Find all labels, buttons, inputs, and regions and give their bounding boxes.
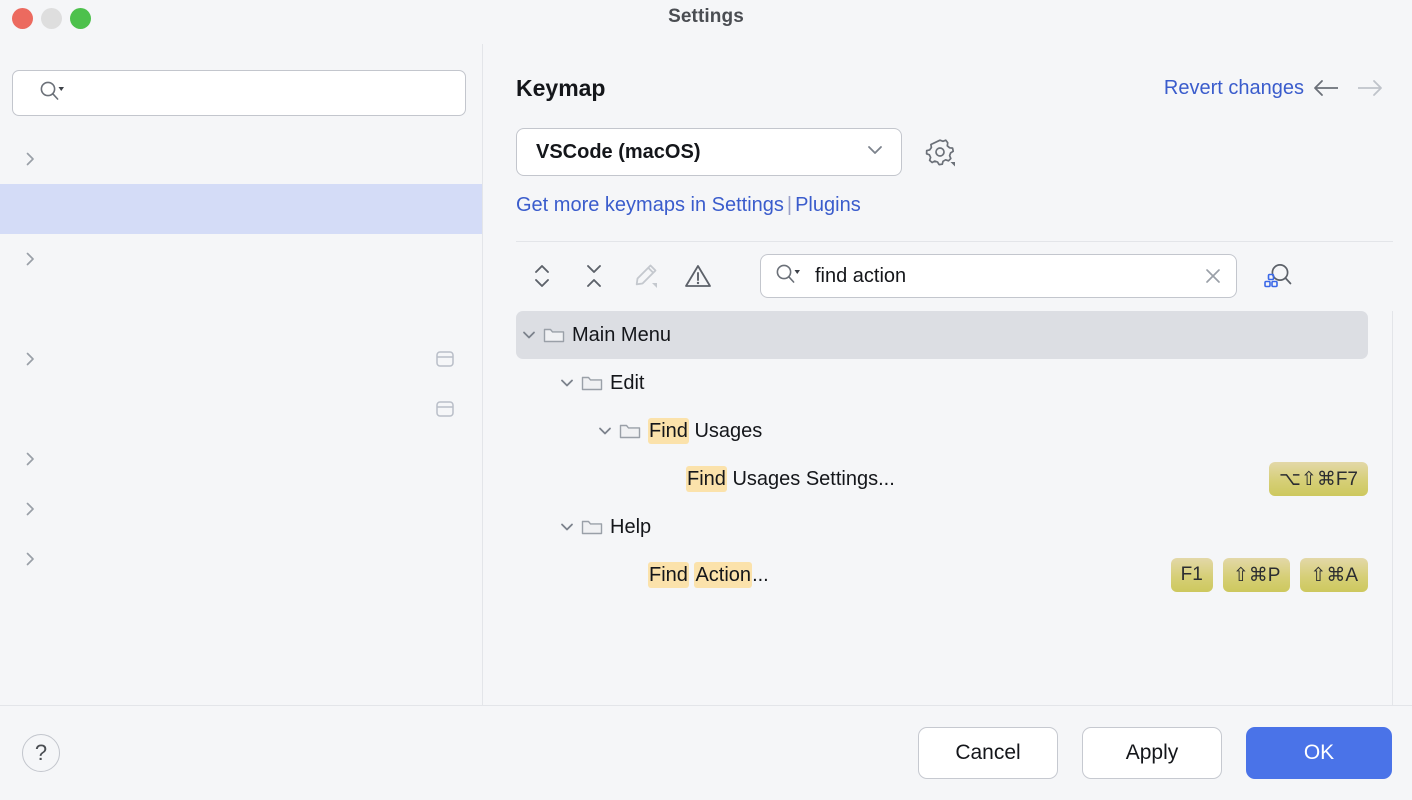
sidebar-search-container [0,44,482,130]
shortcut-badge[interactable]: ⇧⌘A [1300,558,1368,592]
get-more-keymaps-line: Get more keymaps in Settings|Plugins [483,176,1412,217]
shortcut-filter-input[interactable]: find action [760,254,1237,298]
chevron-down-icon [863,142,887,163]
folder-icon [542,325,572,345]
tree-row[interactable]: Main Menu [516,311,1392,359]
get-more-keymaps-link[interactable]: Get more keymaps in Settings [516,194,784,216]
gear-icon[interactable] [921,133,959,171]
folder-icon [580,517,610,537]
cancel-button[interactable]: Cancel [918,727,1058,779]
shortcut-list: ⌥⇧⌘F7 [1269,462,1368,496]
chevron-down-icon[interactable] [554,518,580,536]
chevron-down-icon[interactable] [554,374,580,392]
chevron-right-icon[interactable] [22,451,48,467]
keymap-select[interactable]: VSCode (macOS) [516,128,902,176]
title-bar: Settings [0,0,1412,44]
chevron-down-icon[interactable] [516,326,542,344]
sidebar-item-build-execution-deployment[interactable] [0,434,482,484]
plugins-link[interactable]: Plugins [795,194,861,216]
page-title: Keymap [516,75,1164,102]
search-icon [775,263,801,290]
tree-row-label: Main Menu [572,324,1368,347]
tree-row[interactable]: Edit [516,359,1392,407]
chevron-right-icon[interactable] [22,351,48,367]
settings-sidebar [0,44,483,705]
keymap-panel: Keymap Revert changes VSCo [483,44,1412,705]
keymap-selector-row: VSCode (macOS) [483,106,1412,176]
help-button[interactable]: ? [22,734,60,772]
sidebar-item-advanced-settings[interactable] [0,634,482,684]
search-match-highlight: Find [648,418,689,444]
tree-row[interactable]: Find Usages [516,407,1392,455]
expand-all-icon[interactable] [516,254,568,298]
sidebar-item-settings-sync[interactable] [0,584,482,634]
panel-header: Keymap Revert changes [483,44,1412,106]
sidebar-item-keymap[interactable] [0,184,482,234]
separator: | [784,194,795,216]
keymap-select-value: VSCode (macOS) [536,141,863,164]
sidebar-item-editor[interactable] [0,234,482,284]
settings-category-list [0,130,482,705]
chevron-right-icon[interactable] [22,501,48,517]
sidebar-item-tools[interactable] [0,534,482,584]
chevron-right-icon[interactable] [22,151,48,167]
sidebar-item-plugins[interactable] [0,284,482,334]
apply-button[interactable]: Apply [1082,727,1222,779]
shortcut-badge[interactable]: F1 [1171,558,1213,592]
ok-button[interactable]: OK [1246,727,1392,779]
tree-row[interactable]: Help [516,503,1392,551]
search-match-highlight: Find [686,466,727,492]
tree-row-label: Help [610,516,1368,539]
tree-row-label: Edit [610,372,1368,395]
shortcut-badge[interactable]: ⌥⇧⌘F7 [1269,462,1368,496]
collapse-all-icon[interactable] [568,254,620,298]
tree-row[interactable]: Find Action...F1 ⇧⌘P ⇧⌘A [516,551,1392,599]
settings-window: Settings Keymap [0,0,1412,800]
window-title: Settings [0,6,1412,28]
edit-pencil-icon [620,254,672,298]
keymap-toolbar: find action [483,242,1412,298]
sidebar-item-appearance-behavior[interactable] [0,134,482,184]
sidebar-item-directories[interactable] [0,384,482,434]
sidebar-item-version-control[interactable] [0,334,482,384]
shortcut-filter-value: find action [801,265,1200,288]
chevron-right-icon[interactable] [22,551,48,567]
search-match-highlight: Find [648,562,689,588]
keymap-tree: Main Menu Edit Find Usages Find Usages Sett… [516,311,1393,705]
close-icon[interactable] [1200,263,1226,289]
folder-icon [618,421,648,441]
search-icon [39,80,65,107]
revert-changes-link[interactable]: Revert changes [1164,77,1304,100]
arrow-left-icon[interactable] [1304,70,1348,106]
search-match-highlight: Action [694,562,752,588]
chevron-right-icon[interactable] [22,251,48,267]
tree-row-label: Find Action... [648,564,1171,587]
arrow-right-icon[interactable] [1348,70,1392,106]
project-scope-icon [434,349,456,369]
tree-row-label: Find Usages Settings... [686,468,1269,491]
folder-icon [580,373,610,393]
shortcut-list: F1 ⇧⌘P ⇧⌘A [1171,558,1368,592]
find-by-shortcut-icon[interactable] [1254,254,1302,298]
chevron-down-icon[interactable] [592,422,618,440]
conflict-warning-icon[interactable] [672,254,724,298]
shortcut-badge[interactable]: ⇧⌘P [1223,558,1291,592]
project-scope-icon [434,399,456,419]
window-body: Keymap Revert changes VSCo [0,44,1412,705]
dialog-footer: ? Cancel Apply OK [0,706,1412,800]
search-input[interactable] [12,70,466,116]
tree-row[interactable]: Find Usages Settings...⌥⇧⌘F7 [516,455,1392,503]
sidebar-item-languages-frameworks[interactable] [0,484,482,534]
tree-row-label: Find Usages [648,420,1368,443]
